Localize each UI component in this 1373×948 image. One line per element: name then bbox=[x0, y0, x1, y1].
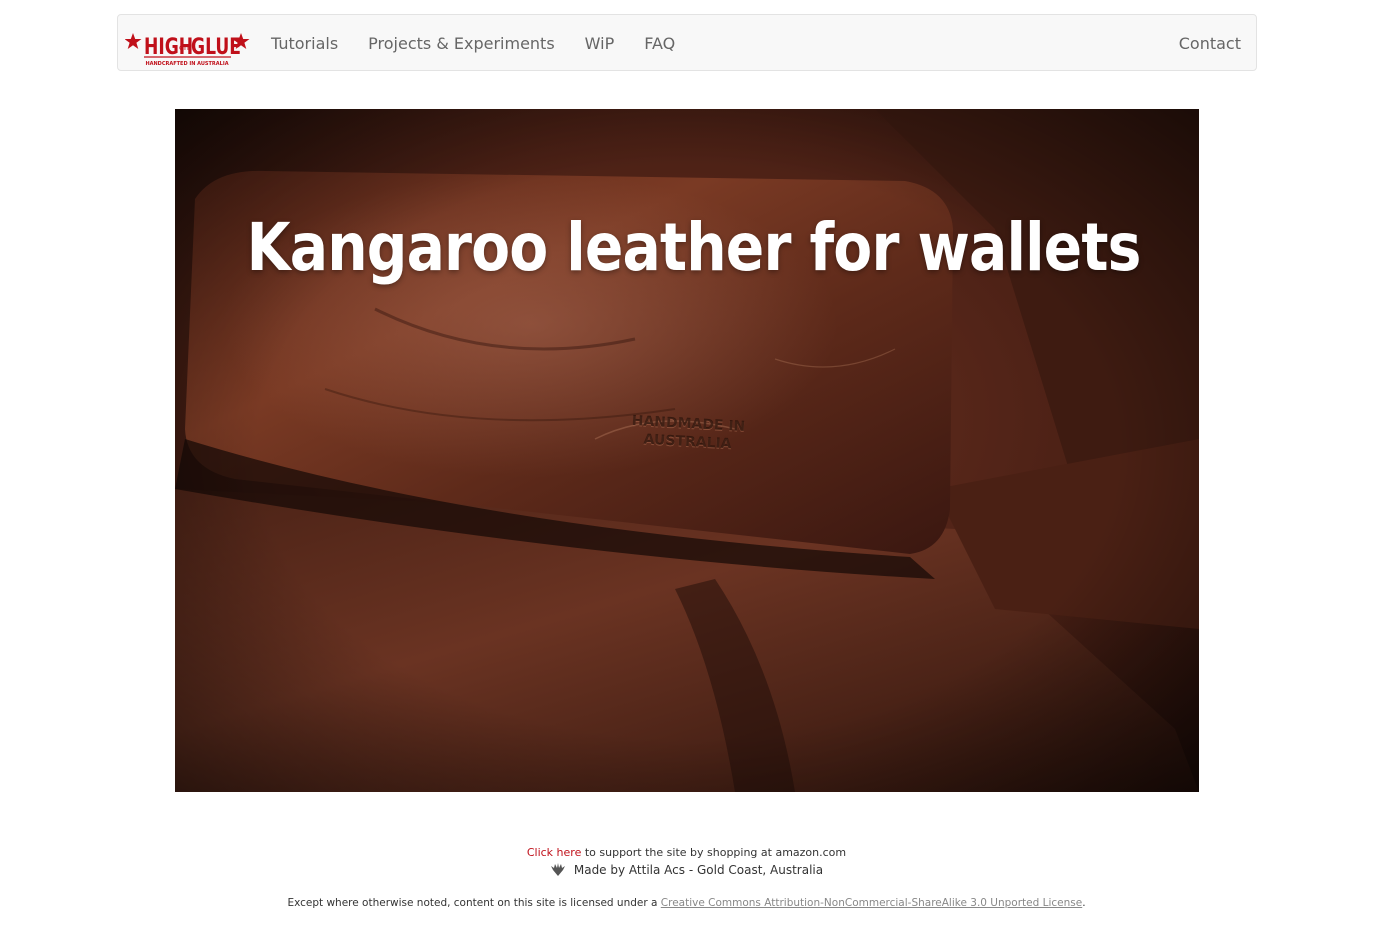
main-nav: Tutorials Projects & Experiments WiP FAQ bbox=[256, 15, 690, 72]
site-logo[interactable]: HIGH on GLUE HANDCRAFTED IN AUSTRALIA bbox=[124, 22, 250, 68]
license-line: Except where otherwise noted, content on… bbox=[0, 895, 1373, 911]
logo-on-text: on bbox=[179, 43, 189, 52]
made-by-text: Made by Attila Acs - Gold Coast, Austral… bbox=[573, 863, 824, 877]
nav-contact[interactable]: Contact bbox=[1164, 34, 1256, 53]
logo-graphic: HIGH on GLUE HANDCRAFTED IN AUSTRALIA bbox=[124, 33, 250, 67]
support-text: to support the site by shopping at amazo… bbox=[581, 846, 847, 859]
nav-wip[interactable]: WiP bbox=[570, 34, 630, 53]
logo-glue-text: GLUE bbox=[191, 34, 241, 60]
nav-projects-experiments[interactable]: Projects & Experiments bbox=[353, 34, 570, 53]
support-line: Click here to support the site by shoppi… bbox=[0, 845, 1373, 861]
license-link[interactable]: Creative Commons Attribution-NonCommerci… bbox=[661, 897, 1082, 909]
amazon-support-link[interactable]: Click here bbox=[527, 846, 582, 859]
top-navbar: HIGH on GLUE HANDCRAFTED IN AUSTRALIA Tu… bbox=[117, 14, 1257, 71]
nav-tutorials[interactable]: Tutorials bbox=[256, 34, 353, 53]
license-prefix: Except where otherwise noted, content on… bbox=[287, 897, 661, 909]
left-star-icon bbox=[124, 33, 142, 49]
leather-stamp: HANDMADE IN AUSTRALIA bbox=[622, 412, 754, 455]
crest-icon bbox=[550, 863, 565, 876]
logo-tagline: HANDCRAFTED IN AUSTRALIA bbox=[145, 61, 228, 67]
site-footer: Click here to support the site by shoppi… bbox=[0, 845, 1373, 911]
made-by-line: Made by Attila Acs - Gold Coast, Austral… bbox=[0, 861, 1373, 879]
hero-banner: HANDMADE IN AUSTRALIA Kangaroo leather f… bbox=[175, 109, 1199, 792]
hero-title: Kangaroo leather for wallets bbox=[246, 209, 1142, 286]
nav-faq[interactable]: FAQ bbox=[629, 34, 690, 53]
nav-right: Contact bbox=[1164, 15, 1256, 72]
license-suffix: . bbox=[1082, 897, 1086, 909]
